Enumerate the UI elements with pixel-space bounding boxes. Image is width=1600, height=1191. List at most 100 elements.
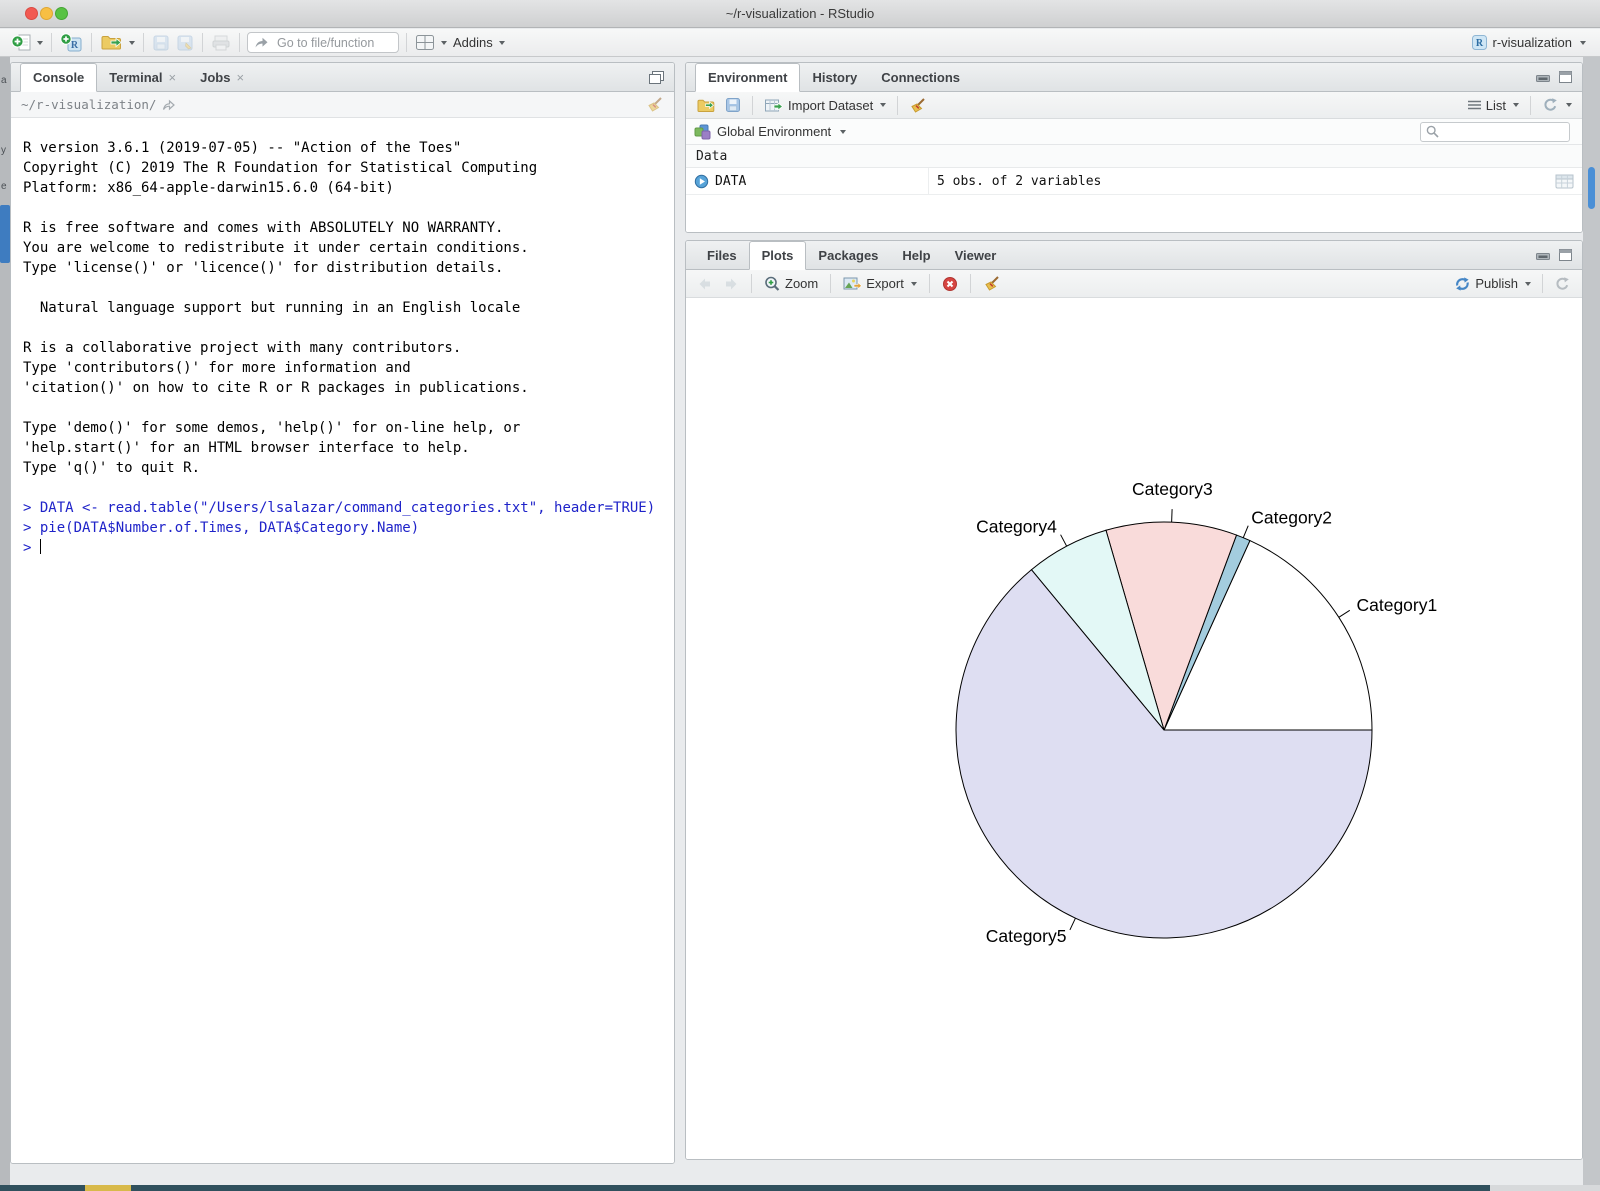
- save-all-button: [173, 32, 197, 54]
- list-view-icon: [1467, 99, 1482, 111]
- publish-icon: [1454, 276, 1471, 292]
- environment-tabbar: Environment History Connections: [686, 63, 1582, 92]
- save-icon: [152, 34, 170, 52]
- clear-console-icon[interactable]: [646, 96, 664, 113]
- view-data-icon[interactable]: [1555, 174, 1574, 189]
- tab-terminal[interactable]: Terminal ×: [97, 63, 188, 91]
- tab-history[interactable]: History: [800, 63, 869, 91]
- background-yellow-fragment: [85, 1185, 131, 1191]
- tab-jobs[interactable]: Jobs ×: [188, 63, 256, 91]
- tab-connections[interactable]: Connections: [869, 63, 972, 91]
- open-file-dropdown-caret-icon[interactable]: [129, 41, 135, 45]
- tab-terminal-label: Terminal: [109, 70, 162, 85]
- object-name: DATA: [715, 174, 746, 189]
- new-file-dropdown-caret-icon[interactable]: [37, 41, 43, 45]
- remove-plot-button[interactable]: [939, 275, 961, 293]
- close-terminal-tab-icon[interactable]: ×: [169, 71, 177, 84]
- load-workspace-button[interactable]: [693, 97, 719, 114]
- goto-file-function-box[interactable]: [247, 32, 399, 53]
- project-caret-icon: [1580, 41, 1586, 45]
- console-command-text: DATA <- read.table("/Users/lsalazar/comm…: [40, 500, 655, 516]
- background-window-left-edge: a y e: [0, 57, 10, 1185]
- toolbar-separator: [1542, 274, 1543, 293]
- maximize-pane-icon[interactable]: [1558, 248, 1573, 262]
- clear-all-plots-button[interactable]: [980, 274, 1004, 293]
- environment-view-mode-button[interactable]: List: [1464, 97, 1522, 114]
- new-file-button[interactable]: [8, 31, 46, 54]
- background-text-fragment: y: [1, 145, 6, 156]
- new-project-button[interactable]: R: [57, 31, 86, 55]
- goto-directory-icon[interactable]: [162, 99, 176, 111]
- tab-plots[interactable]: Plots: [749, 241, 807, 270]
- pie-label-category2: Category2: [1251, 507, 1332, 527]
- refresh-plot-button[interactable]: [1551, 275, 1574, 293]
- toolbar-separator: [752, 96, 753, 115]
- console-output-line: Type 'demo()' for some demos, 'help()' f…: [23, 418, 662, 438]
- pane-layout-caret-icon[interactable]: [441, 41, 447, 45]
- tab-viewer[interactable]: Viewer: [943, 241, 1009, 269]
- toolbar-separator: [91, 33, 92, 52]
- console-command-line: > pie(DATA$Number.of.Times, DATA$Categor…: [23, 518, 662, 538]
- environment-search-input[interactable]: [1443, 124, 1583, 140]
- pie-label-category1: Category1: [1356, 595, 1437, 615]
- console-output-line: [23, 278, 662, 298]
- console-output-line: Type 'q()' to quit R.: [23, 458, 662, 478]
- environment-toolbar: Import Dataset List: [686, 92, 1582, 119]
- project-cube-icon: R: [1471, 34, 1488, 51]
- toolbar-separator: [143, 33, 144, 52]
- save-workspace-button[interactable]: [722, 96, 744, 114]
- minimize-pane-icon[interactable]: [1535, 71, 1551, 84]
- svg-text:R: R: [1475, 38, 1483, 49]
- toolbar-separator: [751, 274, 752, 293]
- maximize-pane-icon[interactable]: [1558, 70, 1573, 84]
- zoom-plot-label: Zoom: [785, 276, 818, 291]
- tab-help[interactable]: Help: [890, 241, 942, 269]
- open-file-button[interactable]: [97, 32, 138, 53]
- addins-button[interactable]: Addins: [450, 33, 508, 52]
- background-text-fragment: a: [1, 75, 7, 86]
- global-environment-selector[interactable]: Global Environment: [717, 124, 831, 139]
- close-jobs-tab-icon[interactable]: ×: [236, 71, 244, 84]
- clear-environment-button[interactable]: [906, 96, 930, 115]
- toolbar-separator: [1530, 96, 1531, 115]
- console-command-line: > DATA <- read.table("/Users/lsalazar/co…: [23, 498, 662, 518]
- plots-toolbar: Zoom Export: [686, 270, 1582, 298]
- pane-layout-button[interactable]: [412, 32, 450, 53]
- project-menu-button[interactable]: R r-visualization: [1471, 34, 1592, 51]
- goto-arrow-icon: [254, 36, 269, 49]
- maximize-pane-icon[interactable]: [648, 70, 665, 85]
- tab-environment[interactable]: Environment: [695, 63, 800, 92]
- pie-label-tick: [1061, 535, 1067, 546]
- environment-search-box[interactable]: [1420, 122, 1570, 142]
- console-output-line: 'help.start()' for an HTML browser inter…: [23, 438, 662, 458]
- refresh-environment-button[interactable]: [1539, 96, 1575, 114]
- environment-entry-row[interactable]: DATA 5 obs. of 2 variables: [686, 168, 1582, 195]
- minimize-pane-icon[interactable]: [1535, 249, 1551, 262]
- new-project-icon: R: [60, 33, 83, 53]
- expand-object-icon[interactable]: [694, 174, 709, 189]
- pie-label-category3: Category3: [1132, 479, 1213, 499]
- console-output[interactable]: R version 3.6.1 (2019-07-05) -- "Action …: [11, 118, 674, 1163]
- tab-console[interactable]: Console: [20, 63, 97, 92]
- publish-plot-button[interactable]: Publish: [1451, 275, 1534, 293]
- pie-label-category4: Category4: [976, 517, 1057, 537]
- background-scrollbar-thumb: [1588, 167, 1595, 209]
- background-window-right-edge: [1583, 57, 1600, 1185]
- background-light-fragment: [1490, 1185, 1600, 1191]
- export-plot-button[interactable]: Export: [840, 275, 920, 292]
- list-view-caret-icon: [1513, 103, 1519, 107]
- import-dataset-button[interactable]: Import Dataset: [761, 97, 889, 114]
- console-output-line: Natural language support but running in …: [23, 298, 662, 318]
- goto-file-function-input[interactable]: [275, 35, 385, 51]
- zoom-plot-button[interactable]: Zoom: [761, 275, 821, 293]
- background-window-bottom-edge: [0, 1185, 1600, 1191]
- console-output-line: [23, 318, 662, 338]
- tab-packages[interactable]: Packages: [806, 241, 890, 269]
- console-output-line: Platform: x86_64-apple-darwin15.6.0 (64-…: [23, 178, 662, 198]
- print-button: [208, 33, 234, 53]
- tab-files[interactable]: Files: [695, 241, 749, 269]
- console-output-line: R is a collaborative project with many c…: [23, 338, 662, 358]
- console-prompt-line[interactable]: >: [23, 538, 662, 558]
- global-environment-caret-icon[interactable]: [840, 130, 846, 134]
- previous-plot-button: [694, 276, 716, 292]
